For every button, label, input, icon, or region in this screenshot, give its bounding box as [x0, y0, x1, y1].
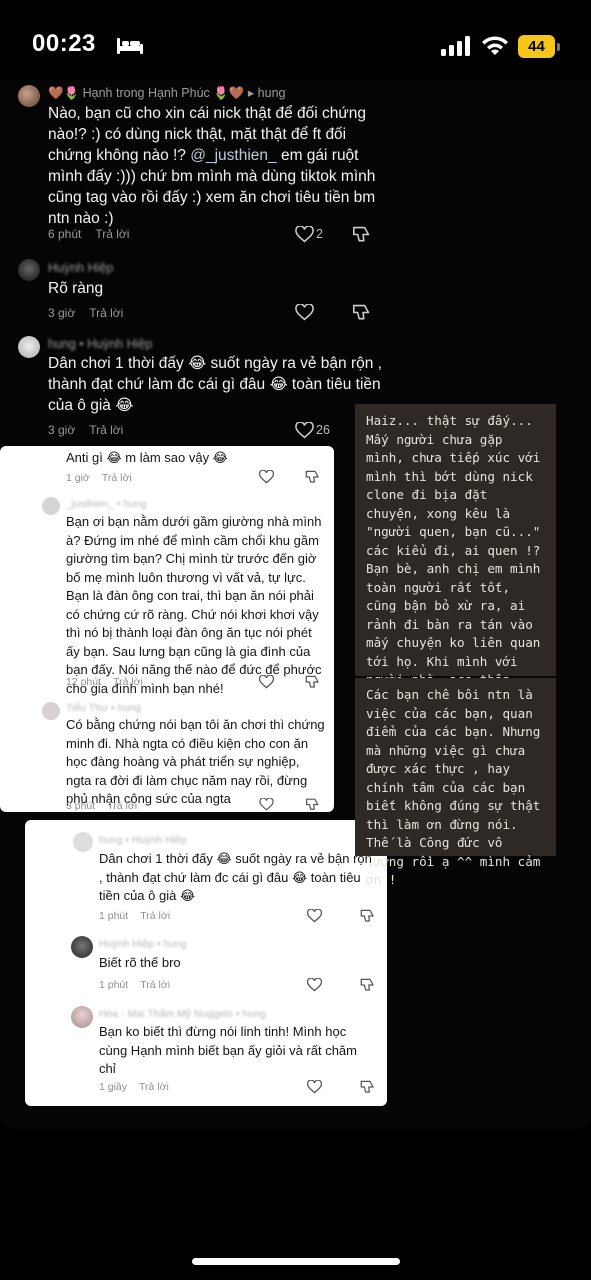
reply-button[interactable]: Trả lời [89, 423, 123, 437]
comment-meta: 6 phút Trả lời [48, 227, 129, 241]
reply-to-name: hung [257, 86, 286, 100]
wifi-icon [482, 36, 508, 55]
status-bar: 00:23 44 [0, 0, 591, 80]
reply-button[interactable]: Trả lời [140, 910, 170, 922]
comment-text: Bạn ko biết thì đừng nói linh tinh! Mình… [99, 1024, 357, 1076]
like-count: 2 [316, 227, 323, 241]
comment-time: 1 giờ [66, 472, 90, 484]
comment-text: Có bằng chứng nói bạn tôi ăn chơi thì ch… [66, 717, 325, 806]
comment-meta: 12 phút Trả lời [66, 676, 143, 688]
reply-button[interactable]: Trả lời [113, 676, 143, 688]
comment-time: 3 giờ [48, 306, 76, 320]
dislike-icon[interactable] [360, 978, 375, 992]
avatar [42, 702, 60, 720]
dislike-icon[interactable] [360, 1080, 375, 1094]
comment-danchoi: hung • Huỳnh Hiệp Dân chơi 1 thời đấy 😂 … [0, 334, 390, 444]
comment-meta: 1 giờ Trả lời [66, 472, 132, 484]
comment-meta: 3 phút Trả lời [66, 800, 137, 812]
heart-icon[interactable] [307, 978, 322, 992]
dislike-icon[interactable] [352, 304, 371, 321]
author-name: Hạnh trong Hạnh Phúc [82, 86, 210, 100]
avatar [71, 936, 93, 958]
comment-meta: 1 giây Trả lời [99, 1081, 169, 1093]
dislike-icon[interactable] [360, 909, 375, 923]
comment-text: Nào, bạn cũ cho xin cái nick thật để đối… [48, 103, 378, 229]
comment-time: 1 phút [99, 979, 129, 991]
avatar [18, 336, 40, 358]
comment-text: Bạn ơi bạn nằm dưới gầm giường nhà mình … [66, 514, 322, 696]
comment-time: 6 phút [48, 227, 82, 241]
heart-icon[interactable] [307, 1080, 322, 1094]
mention-link[interactable]: @_justhien_ [190, 147, 276, 164]
author-name: _justhien_ • hung [66, 498, 147, 510]
comment-meta: 1 phút Trả lời [99, 979, 170, 991]
note-box-1: Haiz... thật sự đấy... Mấy người chưa gặ… [355, 404, 556, 724]
avatar [42, 497, 60, 515]
heart-icon[interactable] [295, 304, 314, 321]
comment-time: 12 phút [66, 676, 102, 688]
dislike-icon[interactable] [305, 675, 320, 689]
author-name: Tiểu Thư • hung [66, 702, 141, 714]
comment-time: 1 giây [99, 1081, 128, 1093]
comment-text: Dân chơi 1 thời đấy 😂 suốt ngày ra vẻ bậ… [48, 355, 382, 414]
comment-meta: 1 phút Trả lời [99, 910, 170, 922]
comment-author: 🤎🌷 Hạnh trong Hạnh Phúc 🌷🤎 ▸ hung [48, 85, 285, 101]
reply-arrow-icon: ▸ [247, 86, 255, 100]
heart-icon[interactable] [295, 226, 314, 243]
author-name: Hòa - Mai Thẩm Mỹ Nuggets • hung [99, 1008, 266, 1020]
comment-card-1: Anti gì 😂 m làm sao vậy 😂 1 giờ Trả lời _… [0, 446, 334, 812]
reply-button[interactable]: Trả lời [139, 1081, 169, 1093]
author-name: hung • Huỳnh Hiệp [48, 337, 153, 351]
comment-meta: 3 giờ Trả lời [48, 423, 123, 437]
author-name: Huỳnh Hiệp [48, 261, 114, 275]
comment-time: 3 phút [66, 800, 96, 812]
home-indicator[interactable] [192, 1258, 400, 1265]
dislike-icon[interactable] [305, 470, 320, 484]
reply-button[interactable]: Trả lời [95, 227, 129, 241]
comment-text: Anti gì 😂 m làm sao vậy 😂 [66, 450, 228, 465]
signal-icon [441, 36, 470, 56]
comment-text: Dân chơi 1 thời đấy 😂 suốt ngày ra vẻ bậ… [99, 851, 372, 903]
comment-meta: 3 giờ Trả lời [48, 306, 123, 320]
reply-button[interactable]: Trả lời [89, 306, 123, 320]
heart-emoji-icon: 🤎🌷 [48, 86, 80, 100]
like-count: 26 [316, 423, 330, 437]
bed-icon [117, 38, 143, 54]
comment-time: 3 giờ [48, 423, 76, 437]
comment-rorang: Huỳnh Hiệp Rõ ràng 3 giờ Trả lời [0, 256, 390, 326]
avatar [71, 1006, 93, 1028]
comment-text: Rõ ràng [48, 280, 104, 297]
avatar [73, 832, 93, 852]
heart-icon[interactable] [295, 422, 314, 439]
author-name: Huỳnh Hiệp • hung [99, 938, 187, 950]
comment-time: 1 phút [99, 910, 129, 922]
reply-button[interactable]: Trả lời [102, 472, 132, 484]
battery-tip [557, 43, 560, 51]
note-box-2: Các bạn chê bôi ntn là việc của các bạn,… [355, 678, 556, 887]
heart-emoji-icon: 🌷🤎 [213, 86, 245, 100]
dislike-icon[interactable] [305, 798, 320, 811]
heart-icon[interactable] [259, 675, 274, 689]
comment-text: Biết rõ thế bro [99, 955, 181, 970]
battery-level: 44 [518, 35, 555, 58]
heart-icon[interactable] [307, 909, 322, 923]
heart-icon[interactable] [259, 798, 274, 811]
avatar [18, 85, 40, 107]
comment-hanh: 🤎🌷 Hạnh trong Hạnh Phúc 🌷🤎 ▸ hung Nào, b… [0, 82, 390, 252]
comment-card-2: hung • Huỳnh Hiệp Dân chơi 1 thời đấy 😂 … [25, 820, 387, 1106]
dislike-icon[interactable] [352, 226, 371, 243]
heart-icon[interactable] [259, 470, 274, 484]
status-time: 00:23 [32, 30, 96, 57]
avatar [18, 259, 40, 281]
reply-button[interactable]: Trả lời [140, 979, 170, 991]
author-name: hung • Huỳnh Hiệp [99, 834, 187, 846]
reply-button[interactable]: Trả lời [107, 800, 137, 812]
battery-indicator: 44 [518, 35, 560, 58]
